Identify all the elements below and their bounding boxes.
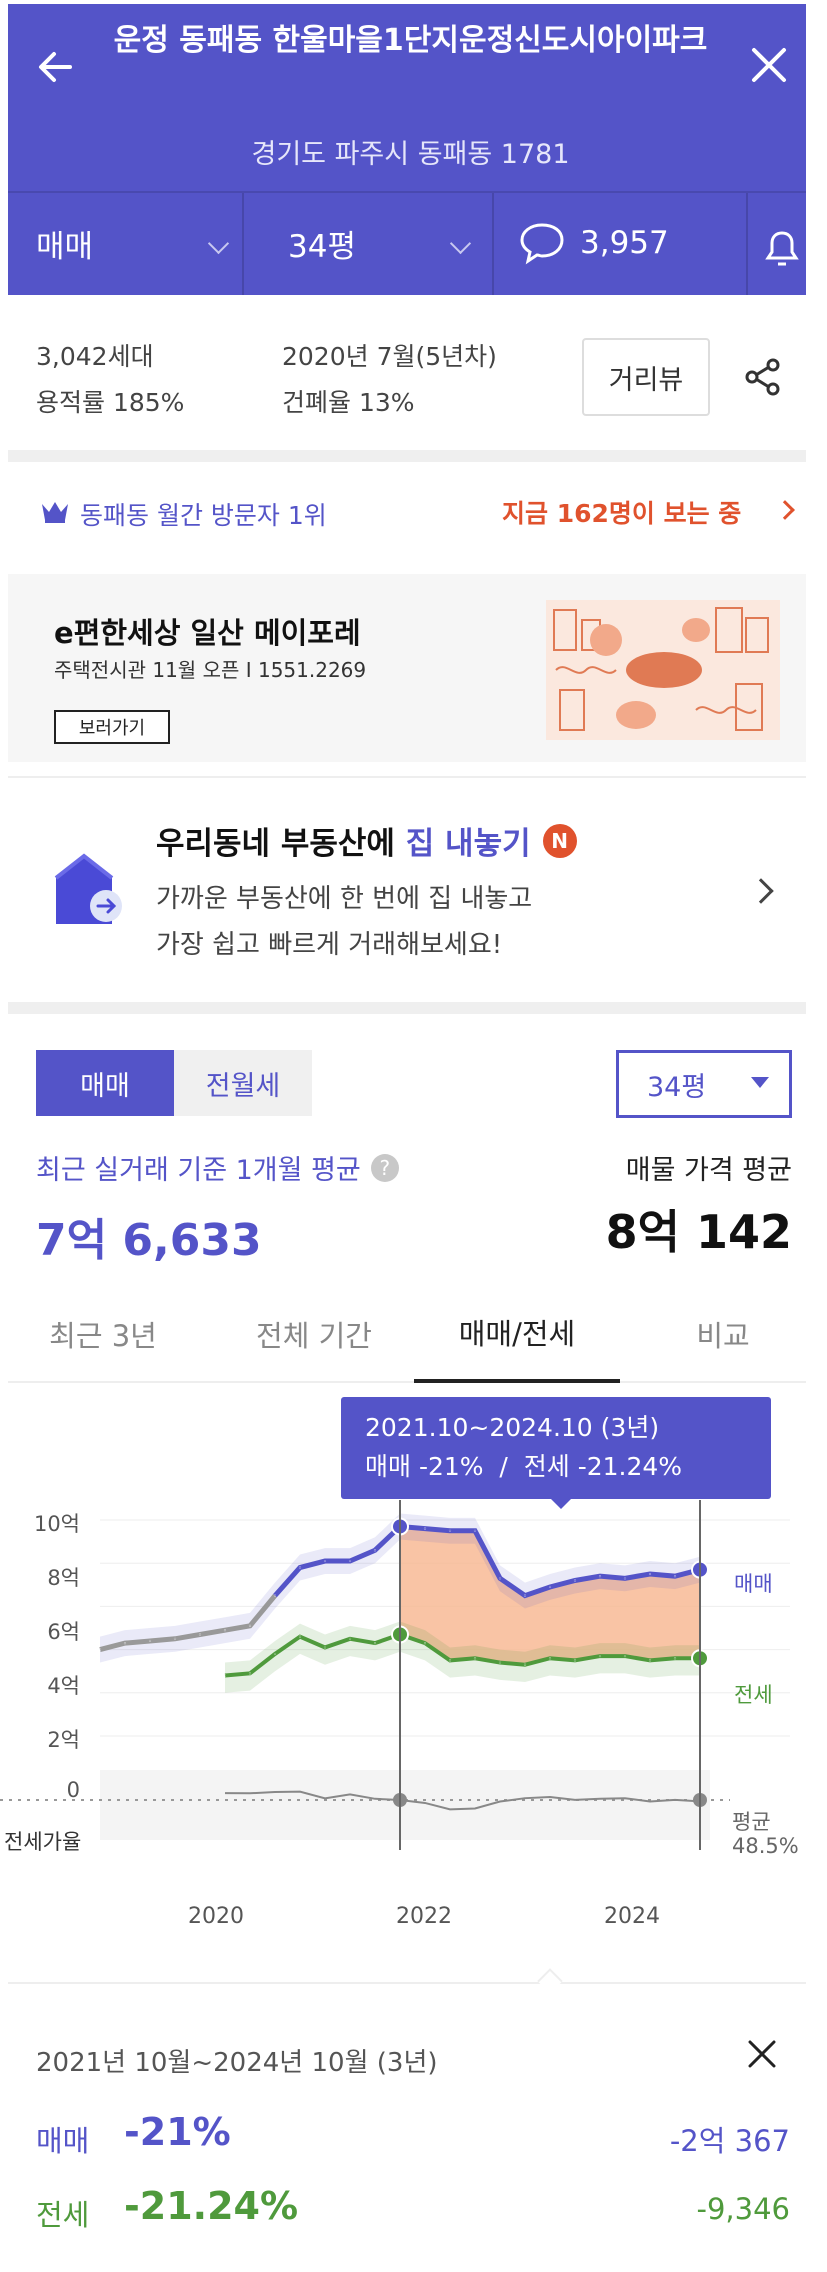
sale-series-label: 매매 [734, 1572, 773, 1596]
avg-ratio-value: 48.5% [732, 1834, 799, 1858]
caret-down-icon [751, 1077, 769, 1088]
summary-period: 2021년 10월~2024년 10월 (3년) [36, 2048, 438, 2078]
promo-line-1: 가까운 부동산에 한 번에 집 내놓고 [156, 884, 533, 914]
y-tick-2: 2억 [47, 1728, 80, 1752]
toggle-rent-button[interactable]: 전월세 [174, 1050, 312, 1116]
toggle-sale-button[interactable]: 매매 [36, 1050, 174, 1116]
chevron-right-icon [775, 500, 795, 520]
jeonse-series-label: 전세 [734, 1683, 773, 1707]
summary-close-icon[interactable] [744, 2036, 780, 2072]
summary-sale-pct: -21% [124, 2110, 231, 2154]
chat-bubble-icon [520, 223, 564, 265]
promo-line-2: 가장 쉽고 빠르게 거래해보세요! [156, 930, 503, 960]
list-property-banner[interactable]: 우리동네 부동산에 집 내놓기 N 가까운 부동산에 한 번에 집 내놓고 가장… [8, 778, 806, 1000]
tooltip-change: 매매 -21% / 전세 -21.24% [365, 1452, 683, 1481]
share-icon[interactable] [742, 356, 784, 398]
tooltip-period: 2021.10~2024.10 (3년) [365, 1413, 660, 1442]
x-tick-2020: 2020 [188, 1904, 244, 1929]
size-label: 34평 [288, 228, 356, 265]
complex-address: 경기도 파주시 동패동 1781 [251, 139, 570, 170]
trade-type-toggle: 매매 전월세 [36, 1050, 312, 1116]
size-select[interactable]: 34평 [616, 1050, 792, 1118]
trade-type-label: 매매 [36, 228, 94, 265]
chevron-down-icon [449, 232, 472, 254]
x-tick-2024: 2024 [604, 1904, 660, 1929]
households: 3,042세대 [36, 342, 154, 371]
ad-subtitle: 주택전시관 11월 오픈 I 1551.2269 [54, 658, 367, 682]
back-arrow-icon[interactable] [30, 42, 80, 92]
bell-icon[interactable] [760, 224, 804, 272]
summary-sale-amount: -2억 367 [669, 2124, 790, 2158]
visitor-rank-text: 동패동 월간 방문자 1위 [80, 501, 327, 530]
built-date: 2020년 7월(5년차) [282, 342, 497, 371]
ratio-band [100, 1770, 710, 1840]
avg-ratio-label: 평균 [732, 1810, 771, 1834]
ad-title: e편한세상 일산 메이포레 [54, 616, 361, 650]
listing-avg-label: 매물 가격 평균 [625, 1155, 792, 1186]
recent-avg-value: 7억 6,633 [36, 1215, 262, 1266]
y-tick-0: 0 [66, 1778, 80, 1802]
tab-compare[interactable]: 비교 [638, 1285, 806, 1383]
close-icon[interactable] [746, 42, 792, 88]
ad-view-button[interactable]: 보러가기 [54, 710, 170, 744]
comment-count: 3,957 [580, 225, 669, 261]
promo-title: 우리동네 부동산에 [156, 826, 406, 862]
ad-banner[interactable]: e편한세상 일산 메이포레 주택전시관 11월 오픈 I 1551.2269 보… [8, 574, 806, 762]
tab-all-period[interactable]: 전체 기간 [214, 1285, 414, 1383]
chart-period-tabs: 최근 3년 전체 기간 매매/전세 비교 [8, 1285, 806, 1383]
chevron-right-icon [748, 878, 774, 904]
live-viewers-text: 지금 162명이 보는 중 [502, 499, 742, 528]
size-dropdown[interactable]: 34평 [288, 193, 472, 293]
building-coverage-ratio: 건폐율 13% [282, 388, 415, 417]
tab-sale-jeonse[interactable]: 매매/전세 [414, 1285, 620, 1383]
y-tick-6: 6억 [47, 1620, 80, 1644]
floor-area-ratio: 용적률 185% [36, 388, 185, 417]
trade-type-dropdown[interactable]: 매매 [36, 193, 230, 293]
ratio-label: 전세가율 [4, 1830, 82, 1854]
y-tick-10: 10억 [33, 1512, 80, 1536]
summary-rent-label: 전세 [36, 2198, 90, 2232]
y-tick-4: 4억 [47, 1674, 80, 1698]
street-view-button[interactable]: 거리뷰 [582, 338, 710, 416]
new-badge: N [542, 823, 577, 858]
top-header: 운정 동패동 한울마을1단지운정신도시아이파크 경기도 파주시 동패동 1781… [8, 4, 806, 295]
summary-rent-pct: -21.24% [124, 2184, 299, 2228]
summary-rent-amount: -9,346 [696, 2192, 791, 2226]
crown-icon [42, 502, 68, 523]
chart-tooltip: 2021.10~2024.10 (3년) 매매 -21% / 전세 -21.24… [341, 1397, 771, 1509]
visitor-rank-banner[interactable]: 동패동 월간 방문자 1위 지금 162명이 보는 중 [8, 462, 806, 562]
house-arrow-icon [54, 853, 122, 924]
ad-illustration-image [546, 600, 780, 740]
y-tick-8: 8억 [47, 1566, 80, 1590]
complex-title: 운정 동패동 한울마을1단지운정신도시아이파크 [113, 23, 708, 58]
tab-recent-3y[interactable]: 최근 3년 [8, 1285, 198, 1383]
x-tick-2022: 2022 [396, 1904, 452, 1929]
chevron-down-icon [207, 232, 230, 254]
listing-avg-value: 8억 142 [605, 1205, 792, 1259]
help-icon[interactable]: ? [370, 1153, 399, 1182]
promo-title-highlight: 집 내놓기 [405, 826, 531, 862]
size-select-label: 34평 [647, 1071, 707, 1103]
comments-button[interactable]: 3,957 [518, 193, 728, 293]
summary-sale-label: 매매 [36, 2124, 90, 2158]
recent-avg-label: 최근 실거래 기준 1개월 평균 ? [36, 1148, 399, 1187]
